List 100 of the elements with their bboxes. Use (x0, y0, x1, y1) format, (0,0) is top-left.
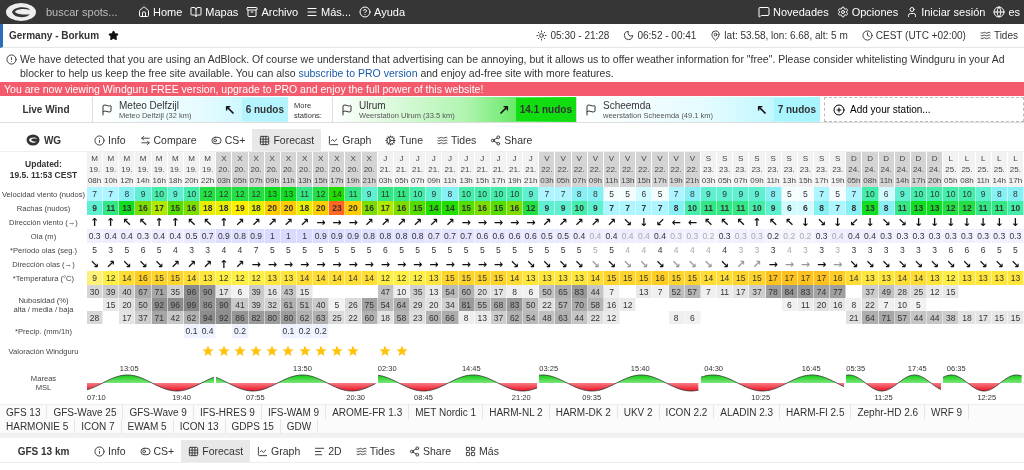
model-tab[interactable]: IFS-WAM 9 (261, 405, 327, 419)
table-cell: 15 (733, 271, 750, 285)
tab[interactable]: Compare (132, 129, 204, 151)
nav-link[interactable]: Más... (306, 6, 351, 18)
model-tab[interactable]: WRF 9 (925, 405, 970, 419)
direction-arrow: ↘ (606, 258, 617, 270)
tab[interactable]: CS+ (132, 440, 182, 462)
tab[interactable]: Graph (321, 129, 379, 151)
column-header: X 20. 17h (329, 152, 346, 187)
nav-link[interactable]: es (993, 6, 1020, 18)
model-tab[interactable]: Zephr-HD 2.6 (851, 405, 926, 419)
table-cell: 5 (620, 187, 637, 201)
model-tab[interactable]: GFS 13 (0, 405, 48, 419)
table-cell: 5 (151, 243, 168, 257)
tab[interactable]: Tides (348, 440, 402, 462)
table-cell: 7 (103, 187, 120, 201)
model-tab[interactable]: EWAM 5 (121, 419, 174, 433)
tab[interactable]: Share (483, 129, 540, 151)
direction-arrow: ↓ (994, 216, 1004, 228)
model-tab[interactable]: GDW (280, 419, 319, 433)
model-tab[interactable]: MET Nordic 1 (409, 405, 484, 419)
direction-arrow: ← (671, 216, 681, 228)
arrows-icon (139, 134, 151, 146)
table-cell: 5 (329, 243, 346, 257)
direction-arrow: ↘ (897, 216, 907, 228)
tab[interactable]: 2D (307, 440, 349, 462)
table-cell: 37 (135, 311, 152, 324)
star-icon[interactable] (108, 30, 120, 41)
model-tab[interactable]: GFS-Wave 9 (123, 405, 194, 419)
table-cell: 12 (410, 271, 427, 285)
direction-arrow: ↓ (800, 216, 810, 228)
model-tab[interactable]: ICON 2.2 (659, 405, 715, 419)
model-tab[interactable]: HARM-DK 2 (549, 405, 618, 419)
table-cell: 0.3 (749, 229, 766, 243)
nav-link[interactable]: Iniciar sesión (906, 6, 986, 18)
table-cell: 9 (749, 187, 766, 201)
model-tab[interactable]: ICON 7 (75, 419, 122, 433)
nav-link[interactable]: Novedades (758, 6, 829, 18)
table-cell: 86 (200, 298, 217, 311)
model-tab[interactable]: IFS-HRES 9 (193, 405, 262, 419)
tab[interactable]: Share (402, 440, 459, 462)
direction-arrow: ↘ (655, 258, 665, 270)
tab[interactable]: Forecast (252, 129, 322, 151)
direction-arrow: → (316, 258, 326, 270)
tab[interactable]: Info (87, 129, 133, 151)
table-cell: 3 (878, 243, 895, 257)
model-tab[interactable]: ICON 13 (173, 419, 226, 433)
table-cell: 16 (830, 271, 847, 285)
nav-link[interactable]: Opciones (836, 6, 899, 18)
model-tab[interactable]: HARMONIE 5 (0, 419, 76, 433)
toggle-icon (210, 134, 222, 146)
column-header: J 21. 21h (523, 152, 540, 187)
table-cell: 4 (684, 243, 701, 257)
tab[interactable]: Graph (250, 440, 308, 462)
add-station-button[interactable]: Add your station... (824, 97, 1024, 122)
tab[interactable]: Tune (378, 129, 430, 151)
search-field[interactable]: buscar spots... (46, 6, 130, 18)
model-tab[interactable]: HARM-FI 2.5 (780, 405, 852, 419)
tab[interactable]: Info (87, 440, 133, 462)
direction-arrow: → (445, 258, 455, 270)
tab[interactable]: Tides (430, 129, 484, 151)
table-cell: 3 (862, 243, 879, 257)
direction-arrow: ↑ (219, 258, 229, 270)
model-tab[interactable]: GFS-Wave 25 (47, 405, 124, 419)
table-cell: 20 (119, 298, 136, 311)
logo-icon[interactable] (4, 2, 38, 22)
nav-link[interactable]: Home (138, 6, 183, 18)
table-cell: 4 (668, 243, 685, 257)
model-tab[interactable]: HARM-NL 2 (483, 405, 550, 419)
direction-arrow: ↖ (755, 102, 768, 117)
pro-link[interactable]: subscribe to PRO version (298, 67, 418, 79)
direction-arrow: ↘ (574, 258, 584, 270)
direction-arrow: ↓ (946, 216, 956, 228)
model-tab[interactable]: AROME-FR 1.3 (326, 405, 410, 419)
tab[interactable]: Más (458, 440, 506, 462)
tab[interactable]: Forecast (181, 440, 251, 462)
nav-link[interactable]: Ayuda (359, 6, 405, 18)
star-icon (201, 345, 214, 357)
table-cell: 0.7 (442, 229, 459, 243)
model-tab[interactable]: UKV 2 (617, 405, 660, 419)
direction-arrow: ↘ (639, 258, 649, 270)
spot-info[interactable]: Tides (993, 30, 1018, 41)
table-cell: 62 (507, 311, 524, 324)
table-cell: 0.9 (345, 229, 362, 243)
table-cell: 6 (135, 243, 152, 257)
table-cell: 9 (555, 201, 572, 215)
direction-arrow: ↓ (1010, 216, 1020, 228)
star-icon (250, 345, 263, 357)
tab[interactable]: CS+ (203, 129, 253, 151)
model-tab[interactable]: ALADIN 2.3 (714, 405, 781, 419)
table-cell: 15 (620, 271, 637, 285)
model-tab[interactable]: GDPS 15 (225, 419, 281, 433)
table-cell: 14 (507, 271, 524, 285)
nav-link[interactable]: Archivo (246, 6, 299, 18)
table-cell: 47 (377, 285, 394, 298)
table-cell: 4 (700, 243, 718, 257)
direction-arrow: → (833, 258, 843, 270)
globe-icon (993, 6, 1006, 18)
nav-link[interactable]: Mapas (190, 6, 239, 18)
archive-icon (246, 6, 259, 18)
